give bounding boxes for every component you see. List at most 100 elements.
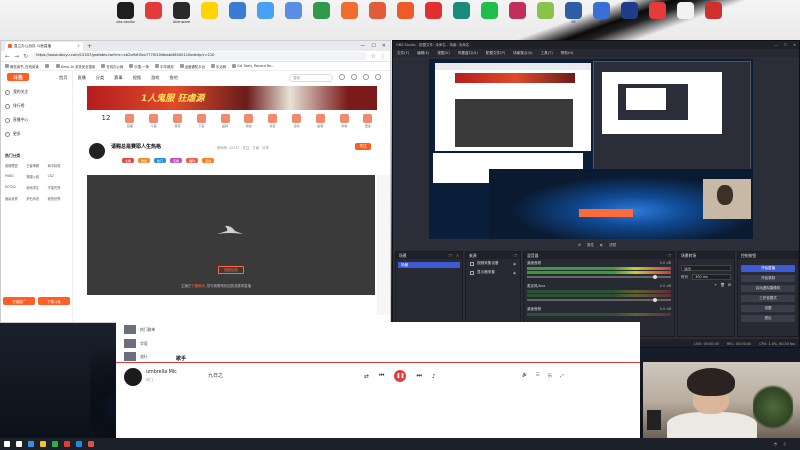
taskbar-app-icon[interactable] xyxy=(76,441,82,447)
settings-button[interactable]: 设置 xyxy=(741,305,795,312)
nav-item[interactable]: 游戏 xyxy=(151,75,159,81)
start-broadcast-button[interactable]: 开播推广 xyxy=(3,297,35,305)
nav-item[interactable]: 分类 xyxy=(96,75,104,81)
desktop-shortcut[interactable] xyxy=(392,2,419,32)
feature-item[interactable]: 游戏 xyxy=(166,114,188,128)
video-player[interactable]: 视频回放 主播已下播房间, 您可观看精彩回放或推荐直播 xyxy=(87,175,375,295)
song-title[interactable]: umbrella Mic xyxy=(146,370,177,375)
feature-item[interactable]: 商城 xyxy=(333,114,355,128)
desktop-shortcut[interactable] xyxy=(700,2,727,32)
music-list-item[interactable]: 华语 xyxy=(124,339,148,348)
desktop-shortcut[interactable] xyxy=(448,2,475,32)
gear-icon[interactable]: ⚙ xyxy=(728,283,731,287)
nav-item[interactable]: 首页 xyxy=(59,75,67,81)
bookmark-item[interactable]: Grt Tools, Record Re... xyxy=(232,64,274,68)
category-item[interactable]: 英雄联盟 xyxy=(5,163,26,168)
feature-item[interactable]: 社区 xyxy=(262,114,284,128)
maximize-icon[interactable]: ☐ xyxy=(371,43,375,49)
streamer-tag[interactable]: 活动 xyxy=(202,158,215,163)
bookmark-item[interactable]: 乐搜-一条 xyxy=(129,64,149,69)
desktop-shortcut[interactable] xyxy=(504,2,531,32)
nav-item[interactable]: 鱼吧 xyxy=(169,75,177,81)
obs-menu-item[interactable]: 视图(V) xyxy=(437,51,449,56)
exit-button[interactable]: 退出 xyxy=(741,315,795,322)
lyrics-icon[interactable]: ♪ xyxy=(432,373,436,380)
start-streaming-button[interactable]: 开始直播 xyxy=(741,265,795,272)
album-cover[interactable] xyxy=(124,368,142,386)
scene-item[interactable]: 场景 xyxy=(398,262,460,268)
desktop-shortcut[interactable] xyxy=(280,2,307,32)
volume-slider[interactable] xyxy=(527,298,671,302)
desktop-shortcut[interactable] xyxy=(616,2,643,32)
download-app-button[interactable]: 下载斗鱼 xyxy=(38,297,70,305)
filters-tab[interactable]: 滤镜 xyxy=(609,243,616,248)
volume-icon[interactable]: 🔊 xyxy=(522,373,528,379)
taskbar-app-icon[interactable] xyxy=(52,441,58,447)
category-item[interactable]: DOTA2 xyxy=(5,185,26,190)
follow-button[interactable]: 关注 xyxy=(355,143,371,150)
category-item[interactable]: 王者荣耀 xyxy=(26,163,47,168)
source-item[interactable]: 显示器采集 ◉ xyxy=(466,268,520,277)
bookmark-item[interactable]: 运营通知平台 xyxy=(179,64,205,69)
desktop-shortcut[interactable]: SE xyxy=(560,2,587,32)
category-item[interactable]: 魔兽世界 xyxy=(5,196,26,201)
float-icon[interactable]: ❐ xyxy=(514,253,517,258)
close-window-icon[interactable]: ✕ xyxy=(382,43,386,49)
eye-icon[interactable]: ◉ xyxy=(513,271,516,275)
sidebar-item-live-center[interactable]: 直播中心 xyxy=(5,117,28,123)
lyric-toggle[interactable]: 乐 xyxy=(548,373,553,379)
music-list-item[interactable]: 热门歌单 xyxy=(124,325,155,334)
transition-select[interactable]: 淡出 xyxy=(681,265,731,271)
sidebar-item-rank[interactable]: 排行榜 xyxy=(5,103,24,109)
sidebar-item-more[interactable]: 更多 xyxy=(5,131,21,137)
start-recording-button[interactable]: 开始录制 xyxy=(741,275,795,282)
desktop-shortcut[interactable] xyxy=(364,2,391,32)
expand-icon[interactable]: ⤢ xyxy=(560,373,564,379)
reload-icon[interactable]: ↻ xyxy=(23,53,28,60)
category-item[interactable]: 穿越火线 xyxy=(26,174,47,179)
streamer-tag[interactable]: 主播 xyxy=(122,158,135,163)
category-item[interactable]: CS2 xyxy=(48,174,69,179)
windows-start-icon[interactable] xyxy=(4,441,10,447)
category-item[interactable]: PUBG xyxy=(5,174,26,179)
desktop-shortcut[interactable] xyxy=(532,2,559,32)
replay-button[interactable]: 视频回放 xyxy=(218,266,244,274)
star-icon[interactable]: ☆ xyxy=(371,53,376,60)
desktop-shortcut[interactable] xyxy=(644,2,671,32)
back-icon[interactable]: ← xyxy=(5,53,10,60)
add-icon[interactable]: + xyxy=(714,283,717,287)
desktop-shortcut[interactable] xyxy=(196,2,223,32)
desktop-shortcut[interactable]: Alienware xyxy=(168,2,195,32)
progress-line[interactable] xyxy=(116,362,640,363)
volume-slider[interactable] xyxy=(527,275,671,279)
obs-menu-item[interactable]: 文件(F) xyxy=(397,51,409,56)
float-icon[interactable]: ❐ xyxy=(448,253,451,258)
feature-item[interactable]: 鱼吧 xyxy=(309,114,331,128)
streamer-tag[interactable]: 粉丝 xyxy=(138,158,151,163)
volume-icon[interactable]: ♫ xyxy=(783,442,786,446)
category-item[interactable]: 和平精英 xyxy=(48,163,69,168)
previous-icon[interactable]: ⏮ xyxy=(379,372,384,380)
bookmark-item[interactable]: 乐活网 xyxy=(210,64,226,69)
douyu-logo[interactable]: 斗鱼 xyxy=(7,73,29,81)
new-tab-icon[interactable]: + xyxy=(87,43,92,50)
bookmark-item[interactable]: 中华城邦 xyxy=(155,64,174,69)
desktop-shortcut[interactable] xyxy=(308,2,335,32)
playlist-icon[interactable]: ☰ xyxy=(536,373,540,379)
obs-menu-item[interactable]: 场景集合(S) xyxy=(513,51,532,56)
pause-button[interactable]: ❚❚ xyxy=(394,370,407,382)
taskbar-app-icon[interactable] xyxy=(88,441,94,447)
browser-tab[interactable]: 直立办公战队 斗鱼直播 ✕ xyxy=(5,41,83,51)
nav-item[interactable]: 赛事 xyxy=(114,75,122,81)
obs-menu-item[interactable]: 停靠窗口(D) xyxy=(458,51,478,56)
source-item[interactable]: 视频采集设备 ◉ xyxy=(466,259,520,268)
streamer-tag[interactable]: 热门 xyxy=(154,158,167,163)
obs-menu-item[interactable]: 编辑(E) xyxy=(417,51,429,56)
taskbar-app-icon[interactable] xyxy=(16,441,22,447)
bookmark-item[interactable]: 在线办公网 xyxy=(101,64,123,69)
desktop-shortcut[interactable] xyxy=(476,2,503,32)
desktop-shortcut[interactable] xyxy=(140,2,167,32)
taskbar-app-icon[interactable] xyxy=(28,441,34,447)
close-icon[interactable]: ✕ xyxy=(456,253,459,258)
bookmark-item[interactable] xyxy=(44,64,50,68)
